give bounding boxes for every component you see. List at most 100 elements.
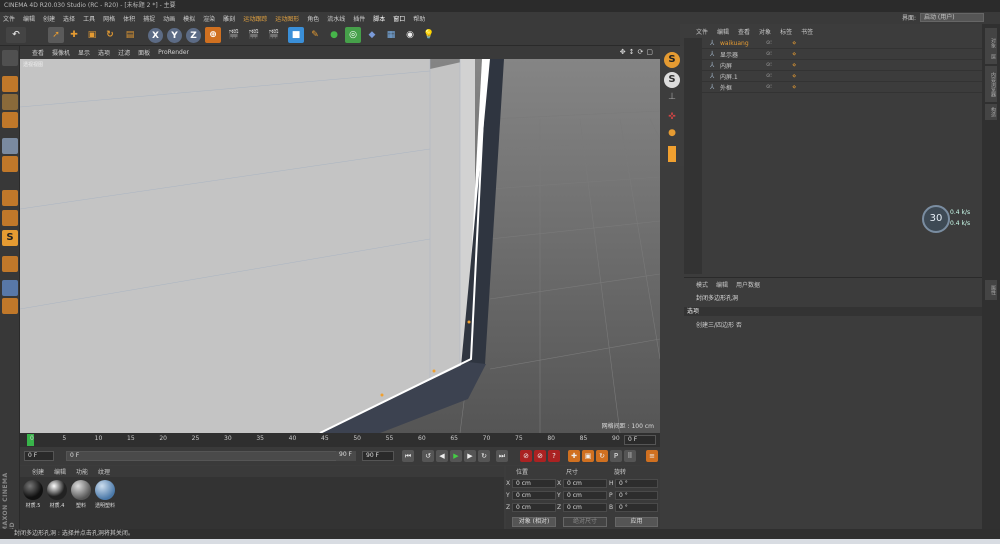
auto-key-icon[interactable]: ⊘: [534, 450, 546, 462]
menu-select[interactable]: 选择: [63, 14, 75, 23]
snap-settings-icon[interactable]: S: [664, 72, 680, 88]
object-row[interactable]: ⅄ 显示器 ⊙⁝ ⋄: [702, 49, 982, 60]
rotate-icon[interactable]: ↻: [102, 27, 118, 43]
render-picture-viewer-icon[interactable]: 🎬: [246, 27, 262, 43]
menu-file[interactable]: 文件: [3, 14, 15, 23]
attribute-section-options[interactable]: 选项: [684, 307, 982, 316]
attr-menu-edit[interactable]: 编辑: [716, 280, 728, 289]
scale-icon[interactable]: ▣: [84, 27, 100, 43]
menu-simulate[interactable]: 模拟: [183, 14, 195, 23]
material-menu-create[interactable]: 创建: [32, 467, 44, 476]
solo-icon[interactable]: [2, 256, 18, 272]
visibility-flags[interactable]: ⊙⁝: [766, 62, 780, 68]
layout-dropdown[interactable]: 启动 (用户): [920, 13, 984, 22]
pen-icon[interactable]: ✎: [307, 27, 323, 43]
make-editable-icon[interactable]: [2, 50, 18, 66]
scale-key-icon[interactable]: ▣: [582, 450, 594, 462]
preview-start-field[interactable]: 0 F: [66, 451, 356, 461]
point-level-icon[interactable]: ⠿: [624, 450, 636, 462]
coordinate-system-icon[interactable]: ⊕: [205, 27, 221, 43]
create-tri-quads-option[interactable]: 创建三/四边形 否: [696, 320, 742, 329]
menu-snap[interactable]: 捕捉: [143, 14, 155, 23]
edges-mode-icon[interactable]: [2, 156, 18, 172]
menu-script[interactable]: 脚本: [373, 14, 385, 23]
current-frame-field[interactable]: 0 F: [624, 435, 656, 445]
tab-content-browser[interactable]: 内容浏览器: [985, 66, 997, 102]
floor-icon[interactable]: ▦: [383, 27, 399, 43]
visibility-flags[interactable]: ⊙⁝: [766, 40, 780, 46]
quantize-icon[interactable]: ⊥: [664, 92, 680, 108]
timeline-ruler[interactable]: 0 5 10 15 20 25 30 35 40 45 50 55 60 65 70 75 80 85 90 0 F: [20, 433, 660, 447]
tab-attributes[interactable]: 属性: [985, 280, 997, 300]
phong-tag-icon[interactable]: ⋄: [792, 39, 802, 47]
light-icon[interactable]: 💡: [421, 27, 437, 43]
material-item[interactable]: 材质.5: [22, 480, 44, 509]
menu-create[interactable]: 创建: [43, 14, 55, 23]
axis-mode-icon[interactable]: [2, 210, 18, 226]
move-icon[interactable]: ✚: [66, 27, 82, 43]
parameter-key-icon[interactable]: P: [610, 450, 622, 462]
material-menu-edit[interactable]: 编辑: [54, 467, 66, 476]
viewport-menu-filter[interactable]: 过滤: [118, 48, 130, 57]
paint-icon[interactable]: [2, 298, 18, 314]
size-z-field[interactable]: 0 cm: [563, 503, 607, 512]
select-icon[interactable]: ➚: [48, 27, 64, 43]
model-mode-icon[interactable]: [2, 76, 18, 92]
workplane-icon[interactable]: [2, 112, 18, 128]
tab-structure[interactable]: 构造: [985, 104, 997, 120]
light-bulb-icon[interactable]: ●: [664, 128, 680, 144]
undo-icon[interactable]: ↶: [6, 27, 26, 43]
y-axis-lock-button[interactable]: Y: [167, 28, 182, 43]
menu-tools[interactable]: 工具: [83, 14, 95, 23]
points-mode-icon[interactable]: [2, 138, 18, 154]
phong-tag-icon[interactable]: ⋄: [792, 61, 802, 69]
z-axis-lock-button[interactable]: Z: [186, 28, 201, 43]
visibility-flags[interactable]: ⊙⁝: [766, 73, 780, 79]
next-key-icon[interactable]: ↻: [478, 450, 490, 462]
object-row[interactable]: ⅄ 外框 ⊙⁝ ⋄: [702, 82, 982, 93]
menu-help[interactable]: 帮助: [413, 14, 425, 23]
obj-menu-tags[interactable]: 标签: [780, 27, 792, 36]
layer-icon[interactable]: [2, 280, 18, 296]
material-item[interactable]: 材质.4: [46, 480, 68, 509]
end-frame-field[interactable]: 90 F: [362, 451, 394, 461]
polygons-mode-icon[interactable]: [2, 190, 18, 206]
tab-layers[interactable]: 层: [985, 48, 997, 64]
menu-window[interactable]: 窗口: [393, 14, 405, 23]
size-mode-dropdown[interactable]: 绝对尺寸: [563, 517, 607, 527]
recent-tool-icon[interactable]: ▤: [122, 27, 138, 43]
material-menu-texture[interactable]: 纹理: [98, 467, 110, 476]
rot-b-field[interactable]: 0 °: [615, 503, 658, 512]
preview-end-field[interactable]: 90 F: [336, 451, 356, 461]
pos-y-field[interactable]: 0 cm: [512, 491, 556, 500]
snap-icon[interactable]: S: [2, 230, 18, 246]
start-frame-field[interactable]: 0 F: [24, 451, 54, 461]
menu-mograph[interactable]: 运动图形: [275, 14, 299, 23]
next-frame-icon[interactable]: ▶: [464, 450, 476, 462]
size-y-field[interactable]: 0 cm: [563, 491, 607, 500]
subdivision-icon[interactable]: ●: [326, 27, 342, 43]
phong-tag-icon[interactable]: ⋄: [792, 50, 802, 58]
rot-h-field[interactable]: 0 °: [615, 479, 658, 488]
coord-mode-dropdown[interactable]: 对象 (相对): [512, 517, 556, 527]
record-keys-icon[interactable]: ⊘: [520, 450, 532, 462]
object-row[interactable]: ⅄ 内屏.1 ⊙⁝ ⋄: [702, 71, 982, 82]
phong-tag-icon[interactable]: ⋄: [792, 72, 802, 80]
viewport-menu-prorender[interactable]: ProRender: [158, 49, 189, 56]
obj-menu-view[interactable]: 查看: [738, 27, 750, 36]
menu-edit[interactable]: 编辑: [23, 14, 35, 23]
object-row[interactable]: ⅄ 内屏 ⊙⁝ ⋄: [702, 60, 982, 71]
visibility-flags[interactable]: ⊙⁝: [766, 84, 780, 90]
attr-menu-mode[interactable]: 模式: [696, 280, 708, 289]
rot-p-field[interactable]: 0 °: [615, 491, 658, 500]
render-settings-icon[interactable]: 🎬: [266, 27, 282, 43]
material-item[interactable]: 塑料: [70, 480, 92, 509]
position-key-icon[interactable]: ✚: [568, 450, 580, 462]
prev-frame-icon[interactable]: ◀: [436, 450, 448, 462]
texture-mode-icon[interactable]: [2, 94, 18, 110]
x-axis-lock-button[interactable]: X: [148, 28, 163, 43]
go-to-start-icon[interactable]: ⏮: [402, 450, 414, 462]
obj-menu-object[interactable]: 对象: [759, 27, 771, 36]
rotation-key-icon[interactable]: ↻: [596, 450, 608, 462]
keyframe-selection-icon[interactable]: ?: [548, 450, 560, 462]
